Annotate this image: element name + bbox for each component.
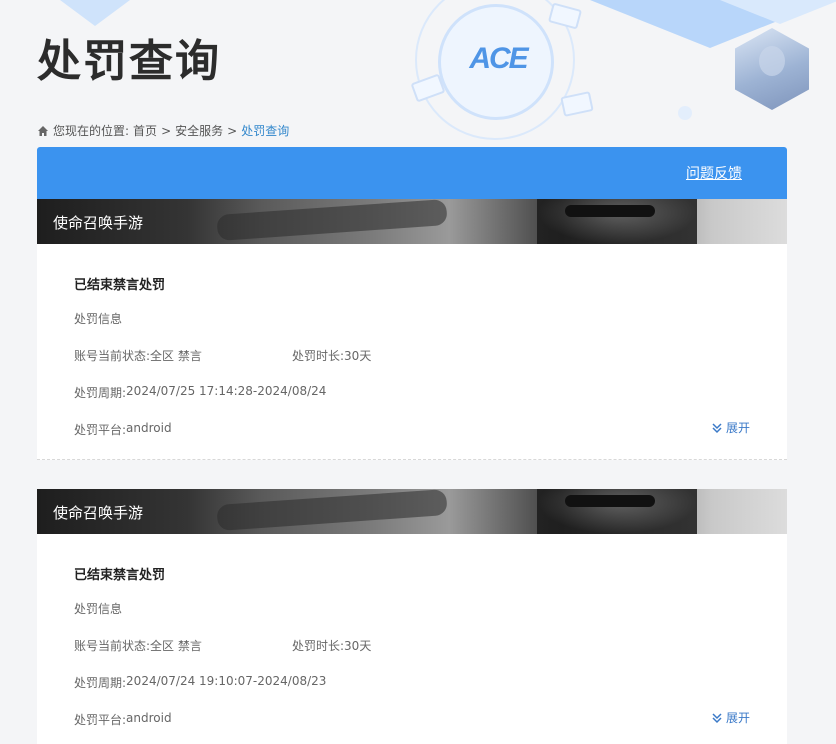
account-state: 账号当前状态:全区 禁言 (74, 637, 292, 654)
account-state: 账号当前状态:全区 禁言 (74, 347, 292, 364)
breadcrumb-current: 处罚查询 (241, 124, 290, 138)
platform-value: android (126, 711, 172, 725)
breadcrumb-home[interactable]: 首页 (133, 122, 157, 139)
game-banner: 使命召唤手游 (37, 199, 787, 244)
record-info-label: 处罚信息 (74, 312, 123, 326)
record-row-state: 账号当前状态:全区 禁言 处罚时长:30天 (74, 637, 750, 654)
record-status-title: 已结束禁言处罚 (74, 278, 166, 293)
page-title: 处罚查询 (37, 36, 221, 87)
period-value: 2024/07/24 19:10:07-2024/08/23 (126, 674, 327, 688)
record-row-platform: 处罚平台: android (74, 421, 750, 438)
duration-value: 30天 (344, 349, 372, 363)
feedback-link[interactable]: 问题反馈 (686, 163, 742, 183)
record-gap (37, 460, 787, 489)
expand-label: 展开 (725, 421, 750, 435)
ace-logo: ACE (469, 42, 528, 75)
record-info-label: 处罚信息 (74, 602, 123, 616)
period-label: 处罚周期: (74, 386, 127, 400)
duration: 处罚时长:30天 (292, 637, 371, 654)
home-icon (38, 125, 48, 136)
game-banner: 使命召唤手游 (37, 489, 787, 534)
breadcrumb-separator: > (161, 123, 172, 138)
record-row-state: 账号当前状态:全区 禁言 处罚时长:30天 (74, 347, 750, 364)
breadcrumb-prefix: 您现在的位置: (53, 124, 130, 138)
decorative-dot (678, 106, 692, 120)
account-state-value: 全区 禁言 (150, 639, 202, 653)
platform-value: android (126, 421, 172, 435)
panel-header: 问题反馈 (37, 147, 787, 199)
game-name: 使命召唤手游 (53, 504, 144, 522)
period-value: 2024/07/25 17:14:28-2024/08/24 (126, 384, 327, 398)
double-chevron-down-icon (712, 422, 722, 433)
penalty-record: 已结束禁言处罚 处罚信息 账号当前状态:全区 禁言 处罚时长:30天 处罚周期:… (37, 534, 787, 744)
account-state-value: 全区 禁言 (150, 349, 202, 363)
breadcrumb-separator: > (227, 123, 238, 138)
game-name: 使命召唤手游 (53, 214, 144, 232)
breadcrumb-security-services[interactable]: 安全服务 (175, 122, 223, 139)
platform-label: 处罚平台: (74, 423, 127, 437)
double-chevron-down-icon (712, 712, 722, 723)
duration: 处罚时长:30天 (292, 347, 371, 364)
banner-art (216, 489, 448, 531)
account-state-label: 账号当前状态: (74, 639, 151, 653)
record-status-title: 已结束禁言处罚 (74, 568, 166, 583)
expand-label: 展开 (725, 711, 750, 725)
record-row-period: 处罚周期: 2024/07/25 17:14:28-2024/08/24 (74, 384, 750, 401)
penalty-panel: 问题反馈 使命召唤手游 已结束禁言处罚 处罚信息 账号当前状态:全区 禁言 处罚… (37, 147, 787, 744)
duration-label: 处罚时长: (292, 639, 345, 653)
record-row-platform: 处罚平台: android (74, 711, 750, 728)
platform-label: 处罚平台: (74, 713, 127, 727)
decorative-triangle (60, 0, 130, 26)
banner-art (216, 199, 448, 241)
expand-button[interactable]: 展开 (711, 709, 750, 726)
breadcrumb: 您现在的位置: 首页 > 安全服务 > 处罚查询 (37, 122, 289, 139)
banner-art (565, 495, 655, 507)
account-state-label: 账号当前状态: (74, 349, 151, 363)
banner-art (565, 205, 655, 217)
expand-button[interactable]: 展开 (711, 419, 750, 436)
period-label: 处罚周期: (74, 676, 127, 690)
record-row-period: 处罚周期: 2024/07/24 19:10:07-2024/08/23 (74, 674, 750, 691)
duration-value: 30天 (344, 639, 372, 653)
penalty-record: 已结束禁言处罚 处罚信息 账号当前状态:全区 禁言 处罚时长:30天 处罚周期:… (37, 244, 787, 459)
duration-label: 处罚时长: (292, 349, 345, 363)
decorative-triangle (720, 0, 836, 24)
